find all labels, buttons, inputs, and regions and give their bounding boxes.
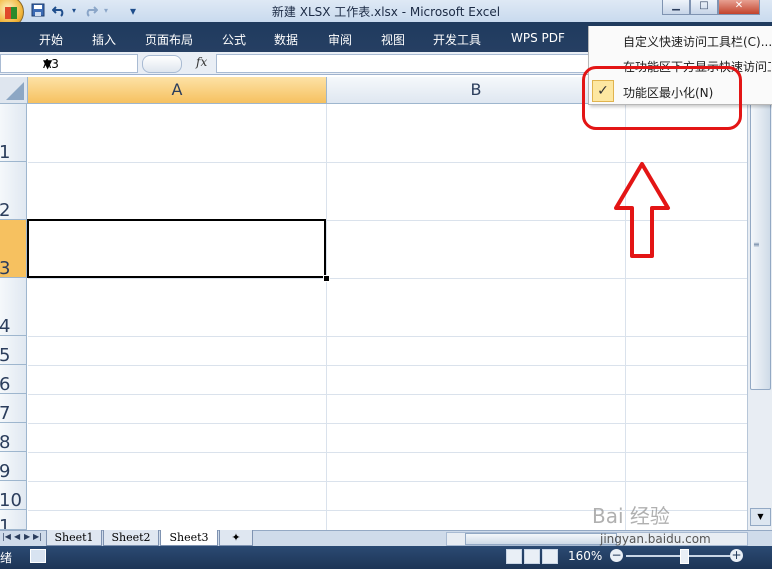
tab-formulas[interactable]: 公式 [222, 31, 246, 48]
zoom-in-button[interactable]: + [730, 549, 743, 562]
last-sheet-icon[interactable]: ▶| [33, 532, 43, 541]
select-all-button[interactable] [0, 77, 28, 104]
row-header-10[interactable]: 10 [0, 481, 27, 511]
page-layout-view-icon[interactable] [524, 549, 540, 564]
highlight-annotation [582, 66, 742, 130]
gridline [28, 423, 747, 424]
gridline [28, 365, 747, 366]
tab-review[interactable]: 审阅 [328, 31, 352, 48]
row-header-6[interactable]: 6 [0, 365, 27, 395]
watermark-url: jingyan.baidu.com [600, 532, 711, 546]
tab-wps-pdf[interactable]: WPS PDF [511, 31, 565, 45]
window-title: 新建 XLSX 工作表.xlsx - Microsoft Excel [271, 5, 501, 19]
tab-insert[interactable]: 插入 [92, 31, 116, 48]
row-header-8[interactable]: 8 [0, 423, 27, 453]
normal-view-icon[interactable] [506, 549, 522, 564]
row-header-4[interactable]: 4 [0, 278, 27, 337]
row-header-5[interactable]: 5 [0, 336, 27, 366]
macro-record-icon[interactable] [30, 549, 46, 563]
name-box[interactable]: A3 ▼ [0, 54, 138, 73]
page-break-view-icon[interactable] [542, 549, 558, 564]
first-sheet-icon[interactable]: |◀ [2, 532, 12, 541]
fill-handle[interactable] [323, 275, 330, 282]
insert-function-button[interactable]: fx [196, 55, 207, 69]
gridline [28, 481, 747, 482]
prev-sheet-icon[interactable]: ◀ [14, 532, 24, 541]
baidu-watermark: Bai 经验 jingyan.baidu.com [592, 500, 772, 546]
scroll-grip-icon: ≡ [753, 240, 760, 249]
gridline [28, 336, 747, 337]
minimize-button[interactable]: ▁ [662, 0, 690, 15]
row-header-1[interactable]: 1 [0, 104, 27, 163]
tab-data[interactable]: 数据 [274, 31, 298, 48]
tab-view[interactable]: 视图 [381, 31, 405, 48]
sheet-tab-sheet2[interactable]: Sheet2 [103, 530, 159, 546]
maximize-button[interactable]: □ [690, 0, 718, 15]
zoom-slider-thumb[interactable] [680, 549, 689, 564]
status-text: 绪 [0, 551, 13, 565]
gridline [28, 278, 747, 279]
close-button[interactable]: ✕ [718, 0, 760, 15]
insert-sheet-icon[interactable]: ✦ [219, 530, 253, 546]
zoom-slider[interactable] [626, 555, 730, 557]
sheet-tab-sheet1[interactable]: Sheet1 [46, 530, 102, 546]
zoom-level[interactable]: 160% [568, 549, 602, 563]
row-header-11[interactable]: 1 [0, 510, 27, 530]
tab-home[interactable]: 开始 [39, 31, 63, 48]
row-header-2[interactable]: 2 [0, 162, 27, 221]
gridline [28, 394, 747, 395]
gridline [28, 452, 747, 453]
row-header-7[interactable]: 7 [0, 394, 27, 424]
row-header-3[interactable]: 3 [0, 220, 27, 279]
formula-bar-splitter[interactable] [142, 55, 182, 73]
watermark-brand: Bai 经验 [592, 504, 670, 528]
name-box-dropdown-icon[interactable]: ▼ [43, 57, 134, 71]
selected-cell[interactable] [27, 219, 326, 278]
status-bar [0, 546, 772, 569]
column-header-a[interactable]: A [28, 77, 327, 104]
zoom-out-button[interactable]: − [610, 549, 623, 562]
gridline [326, 104, 327, 530]
arrow-up-annotation-icon [614, 162, 670, 258]
row-header-9[interactable]: 9 [0, 452, 27, 482]
menu-item-customize-qat[interactable]: 自定义快速访问工具栏(C)... [623, 33, 772, 50]
tab-developer[interactable]: 开发工具 [433, 31, 481, 48]
tab-page-layout[interactable]: 页面布局 [145, 31, 193, 48]
sheet-tab-sheet3[interactable]: Sheet3 [160, 530, 218, 546]
